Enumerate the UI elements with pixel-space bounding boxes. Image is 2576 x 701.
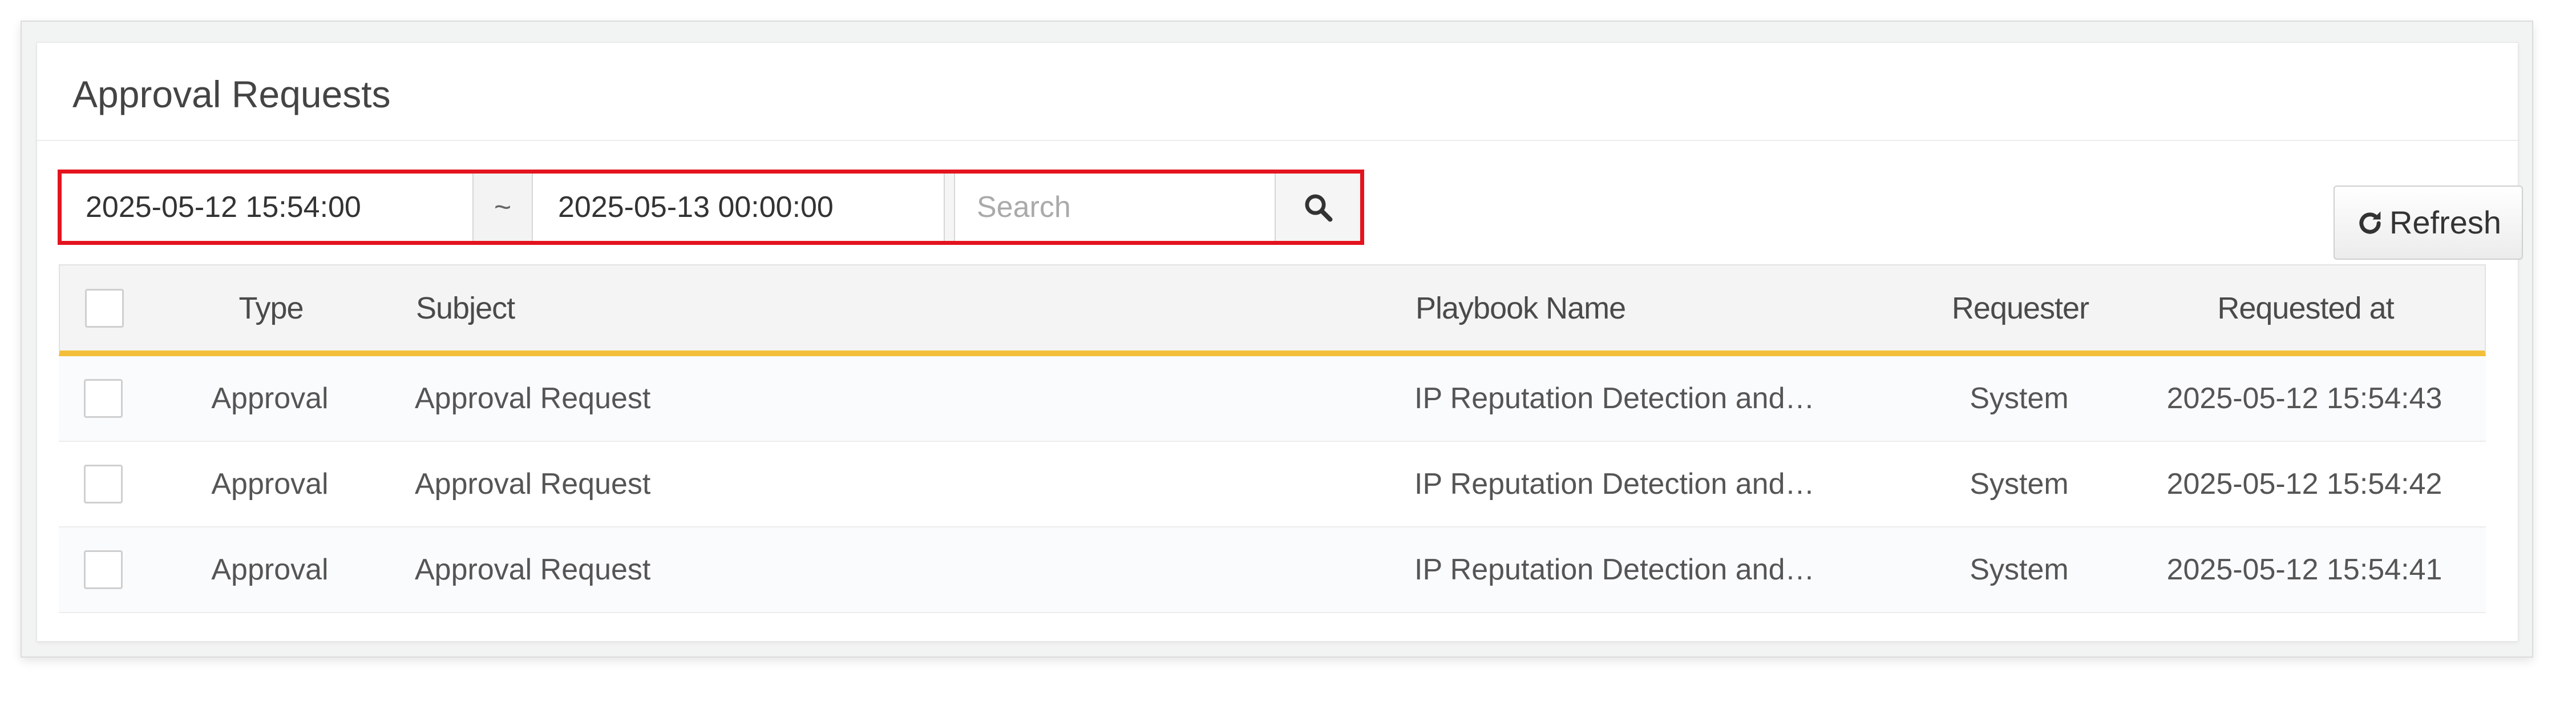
search-button[interactable] [1276, 174, 1360, 241]
row-type: Approval [211, 468, 329, 501]
row-type: Approval [211, 382, 329, 415]
table-header: Type Subject Playbook Name Requester Req… [59, 264, 2486, 356]
table-row[interactable]: Approval Approval Request IP Reputation … [59, 356, 2486, 442]
row-subject[interactable]: Approval Request [415, 356, 1271, 441]
row-requested-at: 2025-05-12 15:54:42 [2166, 468, 2442, 501]
row-select-cell [84, 442, 124, 526]
column-header-playbook-name[interactable]: Playbook Name [1416, 265, 1883, 350]
row-requester: System [1970, 382, 2069, 415]
row-playbook-name: IP Reputation Detection and… [1414, 468, 1815, 501]
select-all-cell [85, 265, 125, 350]
refresh-button[interactable]: Refresh [2334, 186, 2523, 260]
row-subject[interactable]: Approval Request [415, 527, 1271, 612]
search-icon [1305, 194, 1333, 222]
search-input[interactable] [955, 174, 1276, 241]
row-select-cell [84, 356, 124, 441]
approval-requests-table: Type Subject Playbook Name Requester Req… [59, 264, 2486, 613]
row-checkbox[interactable] [84, 550, 123, 589]
date-range-separator: ~ [474, 174, 533, 241]
row-checkbox[interactable] [84, 465, 123, 503]
row-requested-at: 2025-05-12 15:54:43 [2166, 382, 2442, 415]
select-all-checkbox[interactable] [85, 288, 124, 328]
row-requester: System [1970, 553, 2069, 586]
row-select-cell [84, 527, 124, 612]
table-row[interactable]: Approval Approval Request IP Reputation … [59, 527, 2486, 613]
row-playbook-name: IP Reputation Detection and… [1414, 553, 1815, 586]
start-date-input[interactable]: 2025-05-12 15:54:00 [62, 174, 474, 241]
filter-gap [945, 174, 955, 241]
column-header-requester[interactable]: Requester [1906, 265, 2134, 350]
row-playbook-name: IP Reputation Detection and… [1414, 382, 1815, 415]
panel-header: Approval Requests [37, 43, 2518, 141]
row-checkbox[interactable] [84, 379, 123, 418]
column-header-requested-at[interactable]: Requested at [2134, 265, 2477, 350]
refresh-icon [2359, 211, 2381, 234]
column-header-type[interactable]: Type [174, 265, 368, 350]
row-requested-at: 2025-05-12 15:54:41 [2166, 553, 2442, 586]
row-type: Approval [211, 553, 329, 586]
end-date-input[interactable]: 2025-05-13 00:00:00 [533, 174, 945, 241]
column-header-subject[interactable]: Subject [416, 265, 1272, 350]
row-requester: System [1970, 468, 2069, 501]
date-search-filter-group: 2025-05-12 15:54:00 ~ 2025-05-13 00:00:0… [58, 170, 1364, 245]
table-row[interactable]: Approval Approval Request IP Reputation … [59, 442, 2486, 527]
page-title: Approval Requests [72, 73, 391, 115]
refresh-label: Refresh [2389, 204, 2502, 240]
row-subject[interactable]: Approval Request [415, 442, 1271, 526]
